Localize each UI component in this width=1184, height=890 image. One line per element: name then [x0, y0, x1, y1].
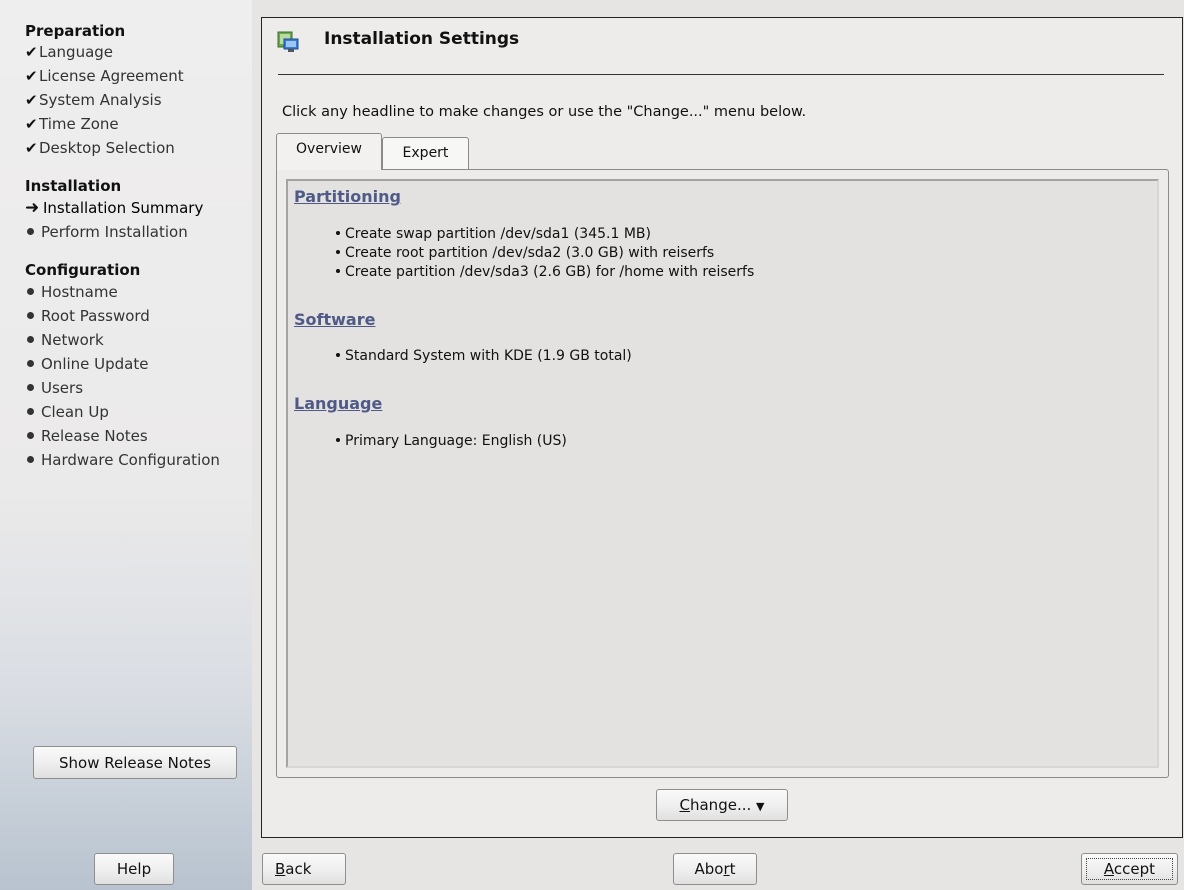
bullet-icon — [27, 456, 34, 463]
help-button[interactable]: Help — [94, 853, 174, 885]
bullet-icon — [336, 249, 340, 254]
list-item: Create root partition /dev/sda2 (3.0 GB)… — [336, 245, 714, 261]
intro-text: Click any headline to make changes or us… — [282, 104, 807, 120]
step-hostname: Hostname — [25, 281, 118, 304]
checkmark-icon: ✔ — [25, 91, 38, 109]
bullet-icon — [336, 437, 340, 442]
bullet-icon — [27, 336, 34, 343]
summary-view: Partitioning Create swap partition /dev/… — [286, 179, 1159, 768]
bullet-icon — [27, 288, 34, 295]
step-perform-installation: Perform Installation — [25, 221, 188, 244]
tab-expert[interactable]: Expert — [382, 137, 469, 170]
page-title: Installation Settings — [324, 29, 520, 49]
tab-frame: Partitioning Create swap partition /dev/… — [276, 169, 1169, 778]
bullet-icon — [27, 408, 34, 415]
bullet-icon — [336, 352, 340, 357]
bullet-icon — [27, 360, 34, 367]
bullet-icon — [27, 384, 34, 391]
bullet-icon — [27, 228, 34, 235]
step-installation-summary: ➜ Installation Summary — [25, 198, 204, 218]
list-item: Create partition /dev/sda3 (2.6 GB) for … — [336, 264, 754, 280]
step-license-agreement: ✔License Agreement — [25, 65, 184, 88]
list-item: Create swap partition /dev/sda1 (345.1 M… — [336, 226, 651, 242]
section-title-installation: Installation — [25, 177, 122, 195]
chevron-down-icon: ▼ — [756, 800, 765, 813]
change-menu-button[interactable]: Change... ▼ — [656, 789, 788, 821]
step-network: Network — [25, 329, 104, 352]
checkmark-icon: ✔ — [25, 43, 38, 61]
list-item: Standard System with KDE (1.9 GB total) — [336, 348, 632, 364]
checkmark-icon: ✔ — [25, 115, 38, 133]
step-users: Users — [25, 377, 83, 400]
bullet-icon — [27, 312, 34, 319]
abort-button[interactable]: Abort — [673, 853, 757, 885]
step-language: ✔Language — [25, 41, 113, 64]
step-clean-up: Clean Up — [25, 401, 109, 424]
checkmark-icon: ✔ — [25, 139, 38, 157]
step-hardware-configuration: Hardware Configuration — [25, 449, 220, 472]
back-button[interactable]: Back — [262, 853, 346, 885]
header-divider — [278, 74, 1164, 75]
bullet-icon — [336, 230, 340, 235]
main-panel: Installation Settings Click any headline… — [261, 17, 1183, 838]
section-title-configuration: Configuration — [25, 261, 141, 279]
section-title-preparation: Preparation — [25, 22, 126, 40]
step-root-password: Root Password — [25, 305, 150, 328]
step-time-zone: ✔Time Zone — [25, 113, 119, 136]
checkmark-icon: ✔ — [25, 67, 38, 85]
step-online-update: Online Update — [25, 353, 148, 376]
bullet-icon — [27, 432, 34, 439]
arrow-right-icon: ➜ — [25, 198, 40, 218]
sidebar: Preparation ✔Language ✔License Agreement… — [0, 0, 252, 890]
bullet-icon — [336, 268, 340, 273]
list-item: Primary Language: English (US) — [336, 433, 567, 449]
show-release-notes-button[interactable]: Show Release Notes — [33, 746, 237, 779]
step-system-analysis: ✔System Analysis — [25, 89, 162, 112]
step-release-notes: Release Notes — [25, 425, 148, 448]
partitioning-link[interactable]: Partitioning — [294, 187, 401, 206]
step-desktop-selection: ✔Desktop Selection — [25, 137, 175, 160]
language-link[interactable]: Language — [294, 394, 382, 413]
software-link[interactable]: Software — [294, 310, 375, 329]
installation-settings-icon — [277, 31, 299, 52]
accept-button[interactable]: Accept — [1081, 853, 1178, 885]
tab-overview[interactable]: Overview — [276, 133, 382, 170]
